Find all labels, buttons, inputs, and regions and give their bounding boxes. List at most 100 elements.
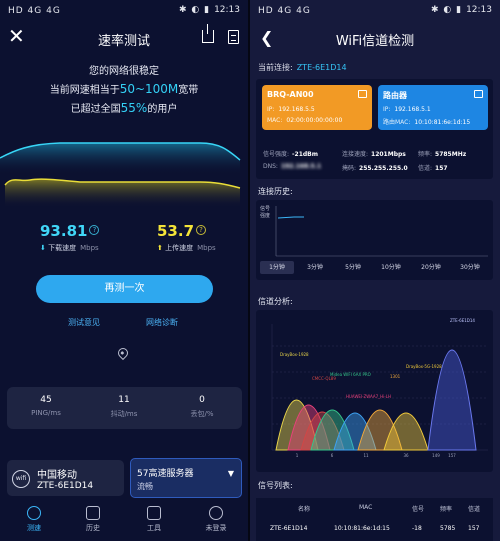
help-icon[interactable]: ? — [89, 225, 100, 235]
bandwidth-text: 当前网速相当于50~100M宽带 — [49, 82, 199, 96]
channel: 信道: 157 — [418, 165, 448, 172]
ping-label: PING/ms — [31, 409, 61, 417]
channel-tick: 1 — [296, 453, 299, 458]
channel-plot: ZTE-6E1D14 DrayBox-1928 CMCC-QL89 Midea … — [271, 318, 488, 458]
upload-unit: Mbps — [197, 244, 216, 252]
time-chip[interactable]: 3分钟 — [298, 261, 332, 274]
status-left: HD 4G 4G — [8, 6, 61, 16]
status-right: ✱ ◐ ▮ 12:13 — [179, 5, 240, 15]
server-selector[interactable]: 57高速服务器 流畅 ▼ — [130, 458, 242, 498]
help-icon[interactable]: ? — [196, 225, 207, 235]
col-header: 信道 — [468, 506, 481, 513]
time-chip[interactable]: 10分钟 — [374, 261, 408, 274]
link-speed: 连接速度: 1201Mbps — [342, 151, 406, 158]
carrier-card: wifi 中国移动 ZTE-6E1D14 — [7, 460, 124, 496]
time-chip[interactable]: 1分钟 — [260, 261, 294, 274]
speed-test-screen: HD 4G 4G ✱ ◐ ▮ 12:13 ✕ 速率测试 您的网络很稳定 当前网速相… — [0, 0, 248, 541]
loss-value: 0 — [199, 395, 205, 405]
tab-account[interactable]: 未登录 — [196, 506, 236, 533]
current-ssid: ZTE-6E1D14 — [296, 63, 347, 72]
ap-label: Midea WIFI 6AX PRO — [330, 372, 371, 377]
clock: 12:13 — [214, 5, 240, 15]
user-icon — [209, 506, 223, 520]
phone-icon — [358, 90, 367, 98]
upload-arrow-icon: ⬆ — [157, 244, 163, 252]
frequency: 频率: 5785MHz — [418, 151, 467, 158]
channel-tick: 149 — [432, 453, 440, 458]
clock: 12:13 — [466, 5, 492, 15]
status-right: ✱ ◐ ▮ 12:13 — [431, 5, 492, 15]
device-mac: 02:00:00:00:00:00 — [286, 117, 343, 124]
analysis-title: 信道分析: — [258, 297, 293, 306]
network-info: wifi 中国移动 ZTE-6E1D14 57高速服务器 流畅 ▼ — [7, 458, 242, 498]
signal-list: 名称 MAC 信号 频率 信道 ZTE-6E1D14 10:10:81:6e:1… — [256, 498, 493, 541]
toolbox-icon — [147, 506, 161, 520]
tab-speed[interactable]: 测速 — [14, 506, 54, 533]
jitter-value: 11 — [118, 395, 130, 405]
col-header: 信号 — [412, 506, 425, 513]
status-icons: ✱ ◐ ▮ — [178, 5, 211, 15]
top-bar: ✕ 速率测试 — [0, 24, 248, 52]
diagnose-link[interactable]: 网络诊断 — [146, 317, 178, 328]
cell-channel: 157 — [468, 525, 480, 532]
cell-mac: 10:10:81:6e:1d:15 — [334, 525, 390, 532]
server-name: 57高速服务器 — [137, 469, 194, 479]
download-arrow-icon: ⬇ — [40, 244, 46, 252]
tab-label: 未登录 — [205, 524, 227, 532]
col-header: 名称 — [298, 506, 311, 513]
wifi-icon: wifi — [12, 470, 30, 488]
feedback-link[interactable]: 测试意见 — [68, 317, 100, 328]
dns: DNS: 192.168.5.1 — [263, 163, 322, 170]
upload-speed: 53.7? ⬆ 上传速度 Mbps — [157, 222, 216, 253]
ping-value: 45 — [40, 395, 52, 405]
jitter-label: 抖动/ms — [110, 410, 138, 418]
subnet-mask: 掩码: 255.255.255.0 — [342, 165, 408, 172]
device-name: BRQ-AN00 — [267, 90, 314, 99]
history-ylabel: 信号 强度 — [260, 206, 271, 219]
ap-label: HUAWEI-ZWAA7_Hi-LH — [346, 394, 391, 399]
ap-label: DrayBox-1928 — [280, 352, 309, 357]
chevron-down-icon: ▼ — [227, 469, 234, 478]
retest-button[interactable]: 再测一次 — [36, 275, 213, 303]
time-chip[interactable]: 5分钟 — [336, 261, 370, 274]
time-chip[interactable]: 20分钟 — [414, 261, 448, 274]
gauge-icon — [27, 506, 41, 520]
router-card: 路由器 IP: 192.168.5.1 路由MAC: 10:10:81:6e:1d:… — [378, 85, 488, 130]
tab-tools[interactable]: 工具 — [134, 506, 174, 533]
status-icons: ✱ ◐ ▮ — [430, 5, 463, 15]
col-header: 频率 — [440, 506, 453, 513]
share-icon[interactable] — [202, 24, 214, 43]
tab-history[interactable]: 历史 — [73, 506, 113, 533]
cell-name: ZTE-6E1D14 — [270, 525, 308, 532]
router-icon — [474, 90, 483, 98]
signal-strength: 信号强度: -21dBm — [263, 151, 318, 158]
loss-label: 丢包/% — [190, 410, 214, 418]
router-name: 路由器 — [383, 91, 407, 100]
speed-waveform — [0, 142, 241, 208]
cell-signal: -18 — [412, 525, 422, 532]
tab-label: 工具 — [147, 524, 161, 532]
server-status: 流畅 — [137, 482, 153, 491]
location-pin-icon[interactable] — [115, 345, 131, 361]
upload-value: 53.7 — [157, 222, 195, 240]
list-title: 信号列表: — [258, 481, 293, 490]
top-bar: ❮ WiFi信道检测 — [250, 26, 500, 52]
download-label: 下载速度 — [48, 244, 77, 252]
channel-tick: 11 — [363, 453, 369, 458]
time-chip[interactable]: 30分钟 — [453, 261, 487, 274]
cell-frequency: 5785 — [440, 525, 456, 532]
rank-text: 已超过全国55%的用户 — [70, 101, 178, 115]
ap-label: ZTE-6E1D14 — [450, 318, 475, 323]
history-title: 连接历史: — [258, 187, 293, 196]
channel-tick: 36 — [403, 453, 409, 458]
stability-text: 您的网络很稳定 — [89, 66, 159, 77]
device-card: BRQ-AN00 IP: 192.168.5.5 MAC: 02:00:00:00:… — [262, 85, 372, 130]
connection-details: BRQ-AN00 IP: 192.168.5.5 MAC: 02:00:00:00:… — [256, 79, 493, 179]
download-speed: 93.81? ⬇ 下载速度 Mbps — [40, 222, 100, 253]
tab-label: 测速 — [27, 524, 41, 532]
router-mac: 10:10:81:6e:1d:15 — [414, 119, 471, 126]
connection-history-chart: 信号 强度 1分钟 3分钟 5分钟 10分钟 20分钟 30分钟 — [256, 200, 493, 280]
report-icon[interactable] — [228, 30, 239, 44]
device-ip: 192.168.5.5 — [278, 106, 315, 113]
ap-label: DrayBox-5G-1928 — [406, 364, 442, 369]
